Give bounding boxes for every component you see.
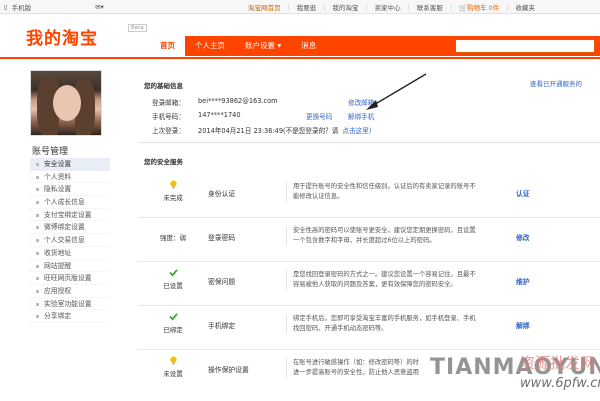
taobao-home-link[interactable]: 淘宝网首页 [248, 2, 281, 12]
phone-icon: ▯ [4, 2, 8, 11]
services-title: 您的安全服务 [144, 158, 183, 166]
service-status: 未完成 [138, 180, 208, 202]
cart-label: 购物车 0件 [467, 3, 500, 12]
arrow-annotation-icon [366, 73, 427, 110]
phone-row: 手机号码： 147****1740 更换号码 解绑手机 [152, 111, 374, 121]
sidebar-item-weibo[interactable]: 微博绑定设置 [30, 221, 110, 235]
email-value: bei****93862@163.com [198, 97, 278, 105]
sidebar-title: 账号管理 [32, 147, 69, 157]
sidebar: 账号管理 安全设置 个人资料 隐私设置 个人成长信息 支付宝绑定设置 微博绑定设… [30, 70, 110, 323]
beta-badge: Beta [128, 24, 147, 32]
my-taobao-menu[interactable]: 我的淘宝 [332, 2, 358, 12]
unbind-phone-link[interactable]: 解绑手机 [348, 111, 374, 121]
service-row-password: 强度：弱 登录密码 安全性高的密码可以使账号更安全。建议您定期更换密码，且设置一… [138, 218, 600, 262]
sidebar-item-trade-info[interactable]: 个人交易信息 [30, 234, 110, 247]
nav-tab-account-settings[interactable]: 账户设置 ▾ [235, 36, 291, 56]
lightbulb-icon [169, 180, 177, 189]
sidebar-item-address[interactable]: 收货地址 [30, 247, 110, 260]
maintain-button[interactable]: 维护 [516, 276, 530, 286]
service-row-identity: 未完成 身份认证 用于提升账号的安全性和信任级别。认证后的有卖家记录的账号不 能修… [138, 174, 600, 218]
my-taobao-logo[interactable]: 我的淘宝 [26, 24, 98, 49]
service-status: 已绑定 [138, 312, 208, 334]
favorites-menu[interactable]: 收藏夹 [516, 2, 536, 12]
search-input[interactable] [455, 39, 595, 53]
sidebar-item-growth[interactable]: 个人成长信息 [30, 196, 110, 209]
change-password-button[interactable]: 修改 [516, 232, 530, 242]
watermark-url: www.6pfw.cn [520, 376, 600, 391]
header-divider [0, 57, 600, 59]
sidebar-item-lab[interactable]: 实验室功能设置 [30, 298, 110, 311]
service-row-security-question: 已设置 密保问题 是您找回登录密码的方式之一。建议您设置一个容易记住，且最不 容易… [138, 262, 600, 306]
cart-link[interactable]: 🛒购物车 0件 [459, 2, 499, 12]
checkmark-icon [168, 269, 178, 277]
watermark-cn: 资源批发网 [520, 354, 596, 372]
last-login-row: 上次登录： 2014年04月21日 23:36:49(不是您登录的？请 点击这里… [152, 125, 371, 135]
sidebar-item-security[interactable]: 安全设置 [30, 158, 110, 171]
service-desc: 绑定手机后，您即可享受淘宝丰富的手机服务，如手机登录、手机 找回密码、开通手机动态… [286, 314, 526, 334]
last-login-value: 2014年04月21日 23:36:49(不是您登录的？请 [198, 127, 339, 135]
avatar[interactable] [30, 70, 102, 136]
sidebar-item-share[interactable]: 分享绑定 [30, 310, 110, 323]
service-status: 强度：弱 [160, 234, 186, 242]
sidebar-item-wangwang[interactable]: 旺旺网页版设置 [30, 272, 110, 285]
last-login-label: 上次登录： [152, 127, 185, 135]
seller-center-menu[interactable]: 卖家中心 [375, 2, 401, 12]
change-phone-link[interactable]: 更换号码 [306, 111, 344, 121]
section-divider [138, 142, 600, 143]
service-desc: 是您找回登录密码的方式之一。建议您设置一个容易记住，且最不 容易被他人获取的问题及… [286, 270, 526, 290]
nav-tab-profile[interactable]: 个人主页 [185, 36, 235, 56]
unbind-button[interactable]: 解绑 [516, 320, 530, 330]
mobile-link[interactable]: 手机版 [12, 2, 32, 12]
service-name: 登录密码 [208, 234, 236, 242]
phone-label: 手机号码： [152, 113, 185, 121]
service-name: 身份认证 [208, 190, 236, 198]
service-desc: 用于提升账号的安全性和信任级别。认证后的有卖家记录的账号不 能修改认证信息。 [286, 182, 526, 202]
mail-icon[interactable]: ✉▾ [95, 3, 104, 11]
verify-button[interactable]: 认证 [516, 188, 530, 198]
service-name: 手机绑定 [208, 322, 236, 330]
top-bar: ▯ 手机版 ✉▾ 淘宝网首页 | 我要逛 | 我的淘宝 | 卖家中心 | 联系客服 | 🛒… [0, 0, 600, 14]
sidebar-item-alipay[interactable]: 支付宝绑定设置 [30, 209, 110, 222]
view-services-link[interactable]: 查看已开通服务的 [530, 78, 582, 88]
sidebar-item-privacy[interactable]: 隐私设置 [30, 183, 110, 197]
sidebar-item-profile[interactable]: 个人资料 [30, 171, 110, 184]
service-status: 未设置 [138, 356, 208, 378]
lightbulb-icon [169, 356, 177, 365]
service-status: 已设置 [138, 268, 208, 290]
report-login-link[interactable]: 点击这里) [342, 125, 371, 135]
email-row: 登录邮箱： bei****93862@163.com 修改邮箱 [152, 97, 374, 107]
email-label: 登录邮箱： [152, 99, 185, 107]
nav-tab-messages[interactable]: 消息 [291, 36, 326, 56]
sidebar-item-reminders[interactable]: 网站提醒 [30, 260, 110, 273]
my-like-menu[interactable]: 我要逛 [297, 2, 317, 12]
basic-info-title: 您的基础信息 [144, 82, 183, 90]
sidebar-item-app-auth[interactable]: 应用授权 [30, 285, 110, 298]
phone-value: 147****1740 [198, 111, 241, 119]
support-link[interactable]: 联系客服 [417, 2, 443, 12]
service-desc: 安全性高的密码可以使账号更安全。建议您定期更换密码，且设置 一个包含数字和字母，并… [286, 226, 526, 246]
service-row-phone-binding: 已绑定 手机绑定 绑定手机后，您即可享受淘宝丰富的手机服务，如手机登录、手机 找回… [138, 306, 600, 350]
service-name: 操作保护设置 [208, 366, 249, 374]
nav-tab-home[interactable]: 首页 [150, 36, 185, 56]
service-name: 密保问题 [208, 278, 236, 286]
checkmark-icon [168, 313, 178, 321]
